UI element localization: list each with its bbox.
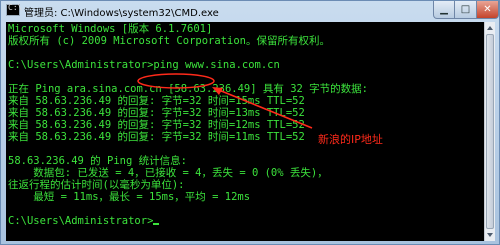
console-line: 58.63.236.49 的 Ping 统计信息:: [8, 155, 187, 167]
console-line: 来自 58.63.236.49 的回复: 字节=32 时间=11ms TTL=5…: [8, 131, 305, 143]
console-line: 往返行程的估计时间(以毫秒为单位):: [8, 179, 185, 191]
minimize-icon: ▁: [440, 4, 448, 15]
console-line: 来自 58.63.236.49 的回复: 字节=32 时间=12ms TTL=5…: [8, 119, 305, 131]
window-title: 管理员: C:\Windows\system32\CMD.exe: [24, 8, 219, 19]
close-icon: ✕: [483, 4, 492, 15]
text-cursor: [153, 223, 160, 225]
console-line: Microsoft Windows [版本 6.1.7601]: [8, 23, 213, 35]
ip-annotation-label: 新浪的IP地址: [318, 133, 383, 146]
title-bar[interactable]: C:\ 管理员: C:\Windows\system32\CMD.exe ▁ □…: [1, 1, 499, 21]
console-line: 来自 58.63.236.49 的回复: 字节=32 时间=15ms TTL=5…: [8, 95, 305, 107]
cmd-window: C:\ 管理员: C:\Windows\system32\CMD.exe ▁ □…: [0, 0, 500, 245]
console-prompt-line[interactable]: C:\Users\Administrator>: [8, 215, 160, 227]
console-line: 来自 58.63.236.49 的回复: 字节=32 时间=13ms TTL=5…: [8, 107, 305, 119]
maximize-icon: □: [460, 4, 471, 15]
console-line: 最短 = 11ms，最长 = 15ms，平均 = 12ms: [8, 191, 251, 203]
console-line: 正在 Ping ara.sina.com.cn [58.63.236.49] 具…: [8, 83, 369, 95]
close-button[interactable]: ✕: [477, 1, 499, 19]
console-output[interactable]: Microsoft Windows [版本 6.1.7601] 版权所有 (c)…: [6, 22, 484, 241]
scroll-up-arrow-icon[interactable]: [487, 26, 493, 30]
minimize-button[interactable]: ▁: [433, 1, 455, 19]
console-line: 数据包: 已发送 = 4，已接收 = 4，丢失 = 0 (0% 丢失)，: [8, 167, 328, 179]
vertical-scrollbar[interactable]: [484, 22, 495, 241]
cmd-icon[interactable]: C:\: [6, 3, 22, 16]
console-prompt: C:\Users\Administrator>: [8, 215, 154, 227]
scroll-down-arrow-icon[interactable]: [487, 233, 493, 237]
console-line: 版权所有 (c) 2009 Microsoft Corporation。保留所有…: [8, 35, 330, 47]
maximize-button[interactable]: □: [455, 1, 477, 19]
scroll-thumb[interactable]: [486, 34, 494, 229]
console-line: C:\Users\Administrator>ping www.sina.com…: [8, 59, 280, 71]
